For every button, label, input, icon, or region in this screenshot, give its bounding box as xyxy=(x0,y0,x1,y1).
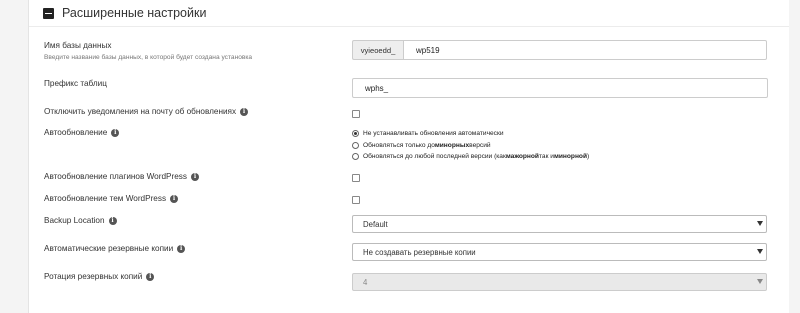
db-name-input-group: vyieoedd_ wp519 xyxy=(352,40,767,60)
db-name-label-text: Имя базы данных xyxy=(44,41,112,50)
select-value: 4 xyxy=(363,277,368,287)
option-text: Обновляться только до xyxy=(363,142,435,149)
backup-location-select[interactable]: Default xyxy=(352,215,767,233)
info-icon[interactable]: i xyxy=(108,216,117,225)
divider xyxy=(29,26,789,27)
option-text: так и xyxy=(538,153,554,160)
info-icon[interactable]: i xyxy=(170,194,179,203)
section-header[interactable]: Расширенные настройки xyxy=(43,6,206,20)
auto-backups-label-text: Автоматические резервные копии xyxy=(44,244,174,253)
table-prefix-label: Префикс таблиц xyxy=(44,79,107,88)
auto-update-option-any[interactable]: Обновляться до любой последней версии (к… xyxy=(352,153,589,160)
db-name-input[interactable]: wp519 xyxy=(403,40,767,60)
select-value: Не создавать резервные копии xyxy=(363,247,476,257)
auto-update-option-none[interactable]: Не устанавливать обновления автоматическ… xyxy=(352,130,504,137)
option-text: ) xyxy=(587,153,590,160)
select-value: Default xyxy=(363,219,388,229)
auto-update-themes-label-text: Автообновление тем WordPress xyxy=(44,194,167,203)
option-text: версий xyxy=(469,142,491,149)
auto-update-label: Автообновление i xyxy=(44,128,120,137)
backup-location-label-text: Backup Location xyxy=(44,216,105,225)
option-text-bold: минорных xyxy=(434,142,470,149)
auto-update-label-text: Автообновление xyxy=(44,128,108,137)
auto-backups-label: Автоматические резервные копии i xyxy=(44,244,186,253)
radio-button[interactable] xyxy=(352,153,359,160)
auto-update-plugins-label: Автообновление плагинов WordPress i xyxy=(44,172,199,181)
radio-button-checked[interactable] xyxy=(352,130,359,137)
backup-location-label: Backup Location i xyxy=(44,216,117,225)
info-icon[interactable]: i xyxy=(240,107,249,116)
radio-button[interactable] xyxy=(352,142,359,149)
info-icon[interactable]: i xyxy=(111,128,120,137)
caret-down-icon xyxy=(757,249,763,254)
caret-down-icon xyxy=(757,221,763,226)
disable-update-email-label: Отключить уведомления на почту об обновл… xyxy=(44,107,249,116)
section-title: Расширенные настройки xyxy=(62,6,207,20)
backup-rotation-select: 4 xyxy=(352,273,767,291)
backup-rotation-label: Ротация резервных копий i xyxy=(44,272,155,281)
db-name-hint: Введите название базы данных, в которой … xyxy=(44,54,253,61)
backup-rotation-label-text: Ротация резервных копий xyxy=(44,272,143,281)
option-text: Обновляться до любой последней версии (к… xyxy=(363,153,506,160)
table-prefix-label-text: Префикс таблиц xyxy=(44,79,107,88)
info-icon[interactable]: i xyxy=(146,272,155,281)
option-text: Не устанавливать обновления автоматическ… xyxy=(363,130,504,137)
auto-backups-select[interactable]: Не создавать резервные копии xyxy=(352,243,767,261)
table-prefix-input[interactable]: wphs_ xyxy=(352,78,768,98)
advanced-settings-panel: Расширенные настройки Имя базы данных Вв… xyxy=(28,0,789,313)
disable-update-email-checkbox[interactable] xyxy=(352,110,360,118)
disable-update-email-label-text: Отключить уведомления на почту об обновл… xyxy=(44,107,237,116)
option-text-bold: мажорной xyxy=(505,153,539,160)
auto-update-plugins-label-text: Автообновление плагинов WordPress xyxy=(44,172,187,181)
auto-update-themes-label: Автообновление тем WordPress i xyxy=(44,194,179,203)
info-icon[interactable]: i xyxy=(177,244,186,253)
caret-down-icon xyxy=(757,279,763,284)
auto-update-plugins-checkbox[interactable] xyxy=(352,174,360,182)
info-icon[interactable]: i xyxy=(190,172,199,181)
option-text-bold: минорной xyxy=(553,153,588,160)
minus-square-icon[interactable] xyxy=(43,7,54,19)
auto-update-option-minor[interactable]: Обновляться только до минорных версий xyxy=(352,142,491,149)
db-name-label: Имя базы данных xyxy=(44,41,111,50)
auto-update-themes-checkbox[interactable] xyxy=(352,196,360,204)
db-prefix-addon: vyieoedd_ xyxy=(352,40,403,60)
